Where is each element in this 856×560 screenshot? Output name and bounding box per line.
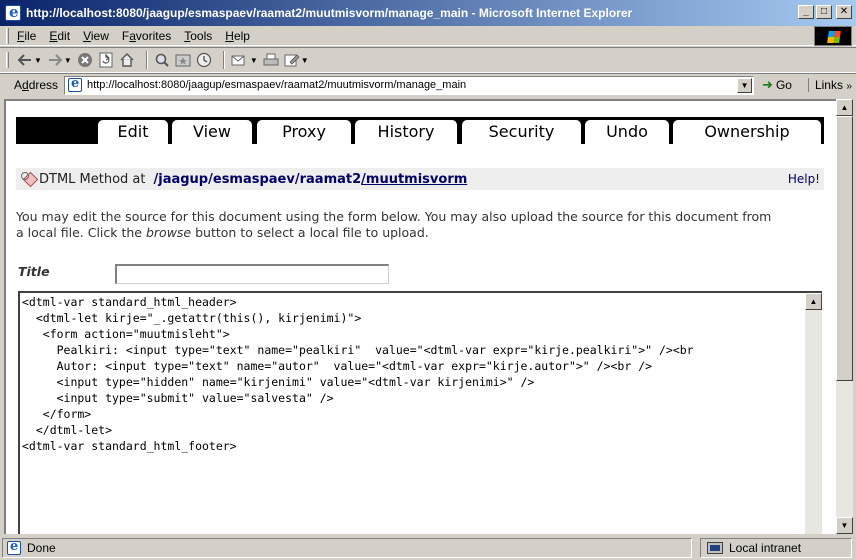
breadcrumb-jaagup[interactable]: /jaagup [154,172,209,187]
breadcrumb-raamat2[interactable]: /raamat2 [295,172,361,187]
editor-scrollbar[interactable]: ▲ [805,293,822,534]
zone-text: Local intranet [729,541,802,555]
menu-file[interactable]: File [17,29,44,43]
toolbar-separator [145,51,148,69]
page-icon [68,76,83,92]
source-code[interactable]: <dtml-var standard_html_header> <dtml-le… [20,293,798,454]
maximize-button[interactable]: □ [816,5,832,19]
breadcrumb: DTML Method at /jaagup/esmaspaev/raamat2… [16,168,824,190]
links-label: Links [814,78,843,92]
close-button[interactable]: ✕ [836,5,852,19]
favorites-button[interactable] [175,50,191,70]
editor-scroll-up-button[interactable]: ▲ [805,293,822,310]
address-dropdown-icon[interactable]: ▼ [737,77,753,93]
search-button[interactable] [154,50,170,70]
back-dropdown-icon[interactable]: ▼ [34,56,42,65]
history-button[interactable] [196,50,212,70]
window-controls: _ □ ✕ [798,5,852,19]
page-done-icon [7,539,21,555]
scroll-up-button[interactable]: ▲ [836,99,853,116]
go-label: Go [775,78,792,92]
tab-strip: Edit View Proxy History Security Undo Ow… [16,117,824,144]
print-button[interactable] [263,50,279,70]
stop-button[interactable] [77,50,93,70]
edit-icon [284,54,300,67]
stop-icon [77,53,92,67]
security-zone: Local intranet [700,538,852,558]
title-field[interactable] [115,264,389,284]
home-button[interactable] [119,50,135,70]
tab-security[interactable]: Security [462,120,581,144]
tab-proxy[interactable]: Proxy [257,120,351,144]
menu-edit[interactable]: Edit [49,29,78,43]
windows-logo-icon [814,26,852,46]
title-bar: http://localhost:8080/jaagup/esmaspaev/r… [0,0,856,26]
menu-help[interactable]: Help [225,29,258,43]
address-url[interactable]: http://localhost:8080/jaagup/esmaspaev/r… [87,79,466,91]
description-line-1: You may edit the source for this documen… [16,209,772,224]
page-viewport: Edit View Proxy History Security Undo Ow… [4,99,836,534]
description-text: You may edit the source for this documen… [16,209,826,241]
intranet-icon [707,542,723,554]
description-browse-word: browse [145,225,192,240]
mail-dropdown-icon[interactable]: ▼ [250,56,258,65]
edit-dropdown-icon[interactable]: ▼ [301,56,309,65]
history-icon [196,52,211,68]
home-icon [120,53,134,67]
toolbar-grip [6,52,9,68]
back-button[interactable]: ▼ [17,50,42,70]
source-textarea[interactable]: <dtml-var standard_html_header> <dtml-le… [18,291,822,534]
scroll-thumb[interactable] [836,116,853,381]
tab-undo[interactable]: Undo [585,120,669,144]
title-label: Title [18,264,50,279]
breadcrumb-muutmisvorm[interactable]: /muutmisvorm [361,172,467,187]
breadcrumb-segments: /jaagup/esmaspaev/raamat2/muutmisvorm [154,172,468,187]
description-line-2: a local file. Click the [16,225,146,240]
menu-bar: File Edit View Favorites Tools Help [0,26,856,46]
scroll-down-button[interactable]: ▼ [836,517,853,534]
links-button[interactable]: Links » [807,78,852,92]
forward-button[interactable]: ▼ [47,50,72,70]
tab-ownership[interactable]: Ownership [673,120,821,144]
status-panel: Done [2,538,692,558]
mail-button[interactable]: ▼ [231,50,258,70]
edit-button[interactable]: ▼ [284,50,309,70]
tab-edit[interactable]: Edit [98,120,168,144]
chevron-right-icon: » [846,81,852,92]
mail-icon [231,55,245,66]
status-bar: Done Local intranet [0,536,856,560]
favorites-icon [175,54,191,67]
tab-view[interactable]: View [172,120,252,144]
menu-tools[interactable]: Tools [184,29,220,43]
menu-view[interactable]: View [83,29,117,43]
print-icon [263,53,279,66]
page-scrollbar[interactable]: ▲ ▼ [836,99,853,534]
go-button[interactable]: ➜ Go [762,77,792,93]
toolbar-separator [222,51,225,69]
menu-favorites[interactable]: Favorites [122,29,179,43]
tab-history[interactable]: History [355,120,457,144]
address-label: Address [14,78,59,92]
ie-icon [5,3,21,21]
breadcrumb-esmaspaev[interactable]: /esmaspaev [208,172,295,187]
address-input[interactable]: http://localhost:8080/jaagup/esmaspaev/r… [64,75,755,95]
back-icon [17,54,31,66]
address-bar: Address http://localhost:8080/jaagup/esm… [0,73,856,96]
status-text: Done [27,541,56,555]
dtml-method-icon [20,171,36,187]
description-line-2-end: button to select a local file to upload. [191,225,429,240]
window-title: http://localhost:8080/jaagup/esmaspaev/r… [26,6,633,20]
minimize-button[interactable]: _ [798,5,814,19]
help-link[interactable]: Help! [788,172,820,186]
toolbar: ▼ ▼ ▼ ▼ [0,47,856,73]
forward-dropdown-icon[interactable]: ▼ [64,56,72,65]
refresh-icon [99,52,113,68]
forward-icon [48,54,63,66]
object-type-label: DTML Method at [39,171,146,187]
refresh-button[interactable] [98,50,114,70]
search-icon [155,53,169,67]
go-arrow-icon: ➜ [762,77,773,92]
menu-grip [6,27,9,44]
